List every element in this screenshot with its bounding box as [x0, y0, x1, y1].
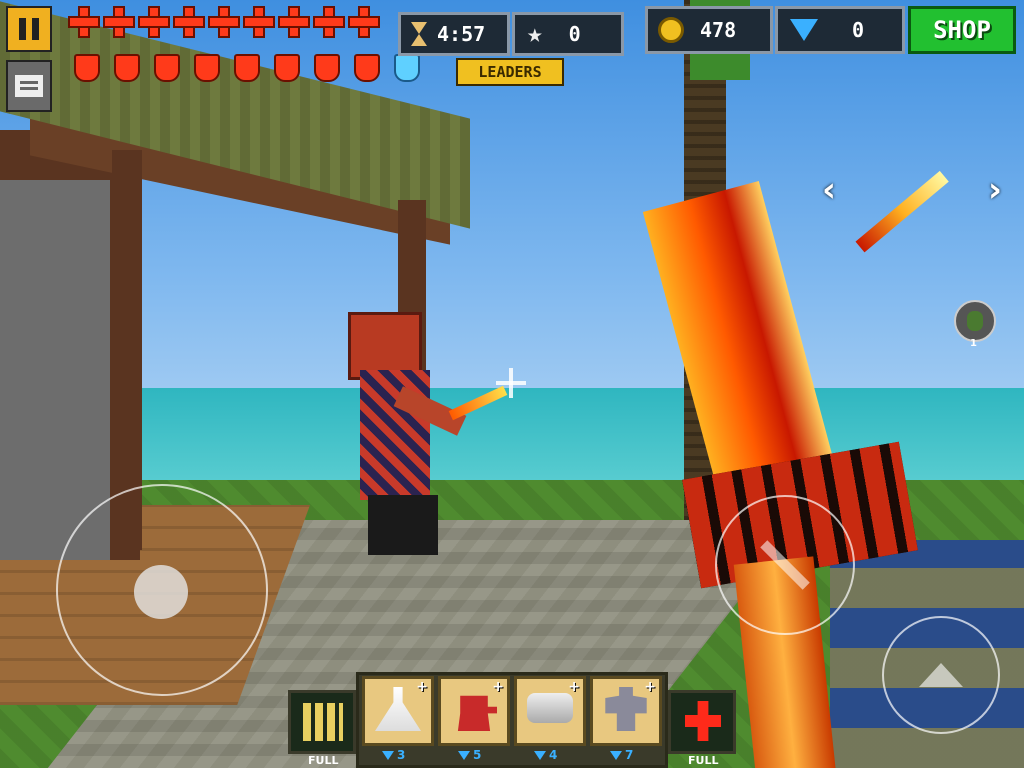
armor-shield-icon — [74, 54, 100, 82]
health-cross-icon — [280, 8, 308, 36]
ammo-icon — [303, 703, 343, 741]
enemy-legs — [368, 495, 438, 555]
jump-button[interactable] — [882, 616, 1000, 734]
add-icon: + — [644, 679, 656, 695]
shop-button[interactable]: SHOP — [908, 6, 1016, 54]
armor-shield-icon — [274, 54, 300, 82]
toolbar-item-potion[interactable]: + — [362, 676, 434, 746]
add-icon: + — [492, 679, 504, 695]
armor-shield-icon — [234, 54, 260, 82]
kill-counter: ★ 0 — [512, 12, 624, 56]
armor-shield-icon — [114, 54, 140, 82]
item-price: 4 — [534, 748, 557, 762]
ammo-full-label: FULL — [308, 754, 339, 767]
next-weapon-arrow-icon[interactable]: › — [988, 170, 1002, 210]
item-price: 7 — [610, 748, 633, 762]
gem-icon — [610, 750, 622, 760]
jump-arrow-icon — [919, 663, 963, 687]
add-icon: + — [568, 679, 580, 695]
crosshair-icon — [496, 368, 526, 398]
gems-text: 0 — [852, 18, 865, 42]
price-text: 7 — [625, 748, 634, 762]
gem-icon — [382, 750, 394, 760]
medkit-icon — [685, 701, 721, 741]
health-cross-icon — [245, 8, 273, 36]
armor-shield-icon — [154, 54, 180, 82]
kills-text: 0 — [568, 22, 581, 46]
gem-icon — [458, 750, 470, 760]
coin-icon — [658, 17, 684, 43]
gem-counter: 0 — [775, 6, 905, 54]
match-timer: 4:57 — [398, 12, 510, 56]
add-icon: + — [416, 679, 428, 695]
gem-icon — [790, 19, 818, 41]
prev-weapon-arrow-icon[interactable]: ‹ — [822, 170, 836, 210]
health-cross-icon — [105, 8, 133, 36]
house-interior — [0, 180, 110, 560]
star-icon: ★ — [527, 19, 543, 49]
pause-icon — [19, 18, 26, 40]
toolbar-item-mech[interactable]: + — [590, 676, 662, 746]
attack-button[interactable] — [715, 495, 855, 635]
armor-shield-icon — [314, 54, 340, 82]
grenade-icon — [967, 311, 983, 331]
medkit-full-label: FULL — [688, 754, 719, 767]
price-text: 5 — [473, 748, 482, 762]
grenade-button[interactable] — [954, 300, 996, 342]
turret-icon — [457, 695, 497, 731]
health-bar — [70, 8, 385, 36]
pause-button[interactable] — [6, 6, 52, 52]
armor-shield-icon — [194, 54, 220, 82]
chat-button[interactable] — [6, 60, 52, 112]
armor-bar — [74, 54, 434, 82]
armor-shield-icon — [394, 54, 420, 82]
item-price: 5 — [458, 748, 481, 762]
toolbar-item-jetpack[interactable]: + — [514, 676, 586, 746]
ammo-slot[interactable] — [288, 690, 356, 754]
pause-icon-bar — [32, 18, 39, 40]
potion-icon — [375, 687, 421, 731]
toolbar-item-turret[interactable]: + — [438, 676, 510, 746]
item-price: 3 — [382, 748, 405, 762]
item-toolbar: FULL + + + + 3 5 4 7 FULL — [288, 672, 736, 768]
sword-attack-icon — [760, 540, 810, 590]
health-cross-icon — [175, 8, 203, 36]
armor-shield-icon — [354, 54, 380, 82]
price-text: 3 — [397, 748, 406, 762]
health-cross-icon — [210, 8, 238, 36]
joystick-knob[interactable] — [134, 565, 188, 619]
price-text: 4 — [549, 748, 558, 762]
timer-text: 4:57 — [437, 22, 486, 46]
coins-text: 478 — [700, 18, 737, 42]
chat-icon — [15, 75, 43, 97]
health-cross-icon — [140, 8, 168, 36]
gem-icon — [534, 750, 546, 760]
jetpack-icon — [527, 693, 573, 723]
mech-icon — [605, 687, 647, 731]
coin-counter: 478 — [645, 6, 773, 54]
grenade-count: 1 — [970, 338, 977, 349]
hourglass-icon — [411, 22, 427, 46]
leaders-button[interactable]: LEADERS — [456, 58, 564, 86]
health-cross-icon — [70, 8, 98, 36]
enemy-player[interactable] — [360, 370, 430, 500]
health-cross-icon — [350, 8, 378, 36]
health-cross-icon — [315, 8, 343, 36]
medkit-slot[interactable] — [668, 690, 736, 754]
